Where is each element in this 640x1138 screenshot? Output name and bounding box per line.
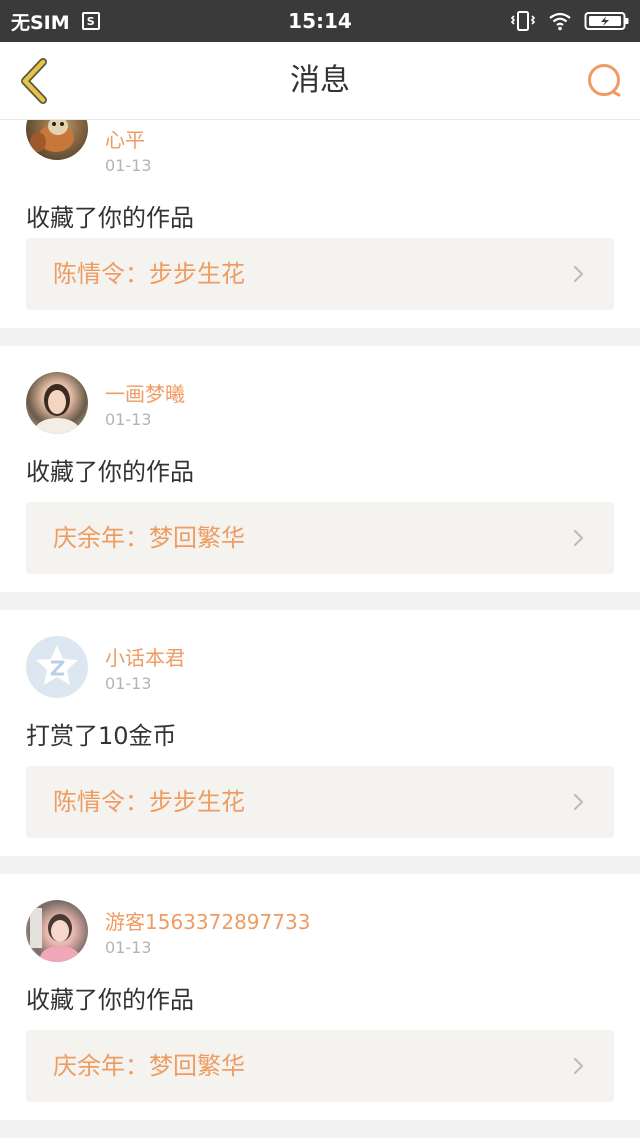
chevron-right-icon — [573, 529, 584, 547]
message-date: 01-13 — [105, 674, 152, 693]
message-action: 收藏了你的作品 — [26, 986, 194, 1014]
message-card: 小话本君 01-13 打赏了10金币 陈情令：步步生花 — [0, 610, 640, 856]
app-header: 消息 — [0, 42, 640, 120]
username[interactable]: 一画梦曦 — [105, 378, 185, 407]
status-bar: 无SIM S 15:14 — [0, 0, 640, 42]
message-action: 收藏了你的作品 — [26, 458, 194, 486]
message-date: 01-13 — [105, 938, 152, 957]
message-action: 收藏了你的作品 — [26, 204, 194, 232]
back-button[interactable] — [14, 56, 54, 106]
avatar[interactable] — [26, 120, 88, 160]
message-date: 01-13 — [105, 410, 152, 429]
wifi-icon — [549, 12, 571, 31]
chevron-right-icon — [573, 793, 584, 811]
portrait-photo-icon — [35, 384, 79, 434]
message-list[interactable]: 心平 01-13 收藏了你的作品 陈情令：步步生花 一画梦曦 01-13 收藏了… — [0, 120, 640, 1138]
work-link[interactable]: 庆余年：梦回繁华 — [26, 1030, 614, 1102]
work-title: 庆余年：梦回繁华 — [53, 524, 245, 552]
message-date: 01-13 — [105, 156, 152, 175]
back-arrow-icon — [21, 58, 47, 104]
search-icon — [588, 64, 621, 97]
work-title: 陈情令：步步生花 — [53, 260, 245, 288]
message-card: 心平 01-13 收藏了你的作品 陈情令：步步生花 — [0, 120, 640, 328]
work-link[interactable]: 陈情令：步步生花 — [26, 766, 614, 838]
monkey-photo-icon — [30, 120, 74, 152]
avatar[interactable] — [26, 636, 88, 698]
username[interactable]: 小话本君 — [105, 642, 185, 671]
message-card: 一画梦曦 01-13 收藏了你的作品 庆余年：梦回繁华 — [0, 346, 640, 592]
avatar[interactable] — [26, 900, 88, 962]
work-link[interactable]: 庆余年：梦回繁华 — [26, 502, 614, 574]
page-title: 消息 — [290, 63, 350, 98]
status-right — [510, 0, 630, 42]
child-photo-icon — [30, 908, 80, 962]
default-avatar-icon — [36, 645, 78, 685]
username[interactable]: 心平 — [105, 124, 145, 153]
battery-charging-icon — [584, 12, 629, 30]
avatar[interactable] — [26, 372, 88, 434]
message-card: 游客1563372897733 01-13 收藏了你的作品 庆余年：梦回繁华 — [0, 874, 640, 1120]
work-title: 庆余年：梦回繁华 — [53, 1052, 245, 1080]
username[interactable]: 游客1563372897733 — [105, 906, 310, 935]
work-link[interactable]: 陈情令：步步生花 — [26, 238, 614, 310]
chevron-right-icon — [573, 1057, 584, 1075]
vibrate-icon — [510, 11, 536, 31]
work-title: 陈情令：步步生花 — [53, 788, 245, 816]
message-action: 打赏了10金币 — [26, 722, 177, 750]
search-button[interactable] — [584, 60, 626, 102]
chevron-right-icon — [573, 265, 584, 283]
